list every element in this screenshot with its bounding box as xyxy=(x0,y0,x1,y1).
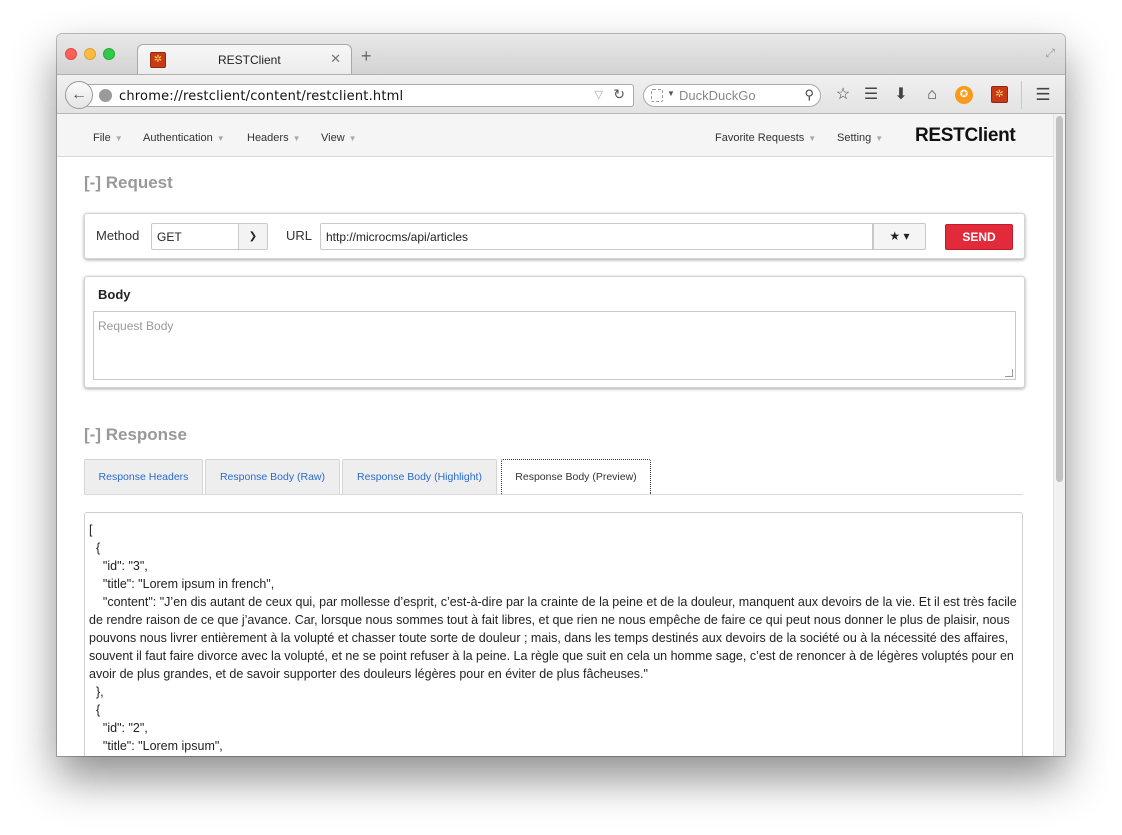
download-icon[interactable]: ⬇ xyxy=(891,85,911,105)
minimize-window-button[interactable] xyxy=(84,48,96,60)
address-text[interactable]: chrome://restclient/content/restclient.h… xyxy=(119,89,403,104)
home-icon[interactable]: ⌂ xyxy=(922,85,942,105)
search-icon[interactable]: ⚲ xyxy=(804,87,814,103)
search-input[interactable]: DuckDuckGo xyxy=(679,88,756,103)
response-tabs: Response Headers Response Body (Raw) Res… xyxy=(84,459,1023,495)
search-bar[interactable]: ▼ DuckDuckGo ⚲ xyxy=(643,84,821,107)
app-brand[interactable]: RESTClient xyxy=(915,125,1016,147)
restclient-toolbar-icon[interactable]: ✲ xyxy=(991,86,1008,103)
close-window-button[interactable] xyxy=(65,48,77,60)
chevron-down-icon[interactable]: ▼ xyxy=(667,89,675,98)
menu-file[interactable]: File ▼ xyxy=(93,132,123,144)
tab-response-headers[interactable]: Response Headers xyxy=(84,459,203,494)
tab-title: RESTClient xyxy=(218,53,281,67)
menu-favorite-requests[interactable]: Favorite Requests ▼ xyxy=(715,132,816,144)
title-bar: ✲ RESTClient ✕ + ⤢ xyxy=(57,34,1065,74)
url-label: URL xyxy=(286,228,313,243)
browser-window: ✲ RESTClient ✕ + ⤢ chrome://restclient/c… xyxy=(57,34,1065,756)
tab-response-body-preview[interactable]: Response Body (Preview) xyxy=(501,459,651,494)
navigation-bar: chrome://restclient/content/restclient.h… xyxy=(57,74,1065,114)
page-content: File ▼ Authentication ▼ Headers ▼ View ▼ Fav… xyxy=(57,114,1053,756)
browser-tab[interactable]: ✲ RESTClient ✕ xyxy=(137,44,352,74)
response-section-title[interactable]: [-] Response xyxy=(84,425,187,445)
method-value: GET xyxy=(157,230,182,244)
chevron-down-icon[interactable]: ❯ xyxy=(238,224,267,249)
bookmarks-list-icon[interactable]: ☰ xyxy=(861,85,881,105)
request-panel: Method GET ❯ URL http://microcms/api/art… xyxy=(84,213,1025,259)
request-body-placeholder: Request Body xyxy=(98,319,174,333)
resize-grip-icon[interactable] xyxy=(1005,369,1013,377)
send-button[interactable]: SEND xyxy=(945,224,1013,250)
request-section-title[interactable]: [-] Request xyxy=(84,173,173,193)
new-tab-button[interactable]: + xyxy=(361,47,372,65)
fullscreen-icon[interactable]: ⤢ xyxy=(1045,46,1055,61)
reload-icon[interactable]: ↻ xyxy=(613,86,625,103)
scrollbar-thumb[interactable] xyxy=(1056,116,1063,482)
extension-icon[interactable]: ✪ xyxy=(955,86,973,104)
url-input[interactable]: http://microcms/api/articles xyxy=(320,223,873,250)
response-body-preview[interactable]: [ { "id": "3", "title": "Lorem ipsum in … xyxy=(84,512,1023,756)
favorite-url-dropdown[interactable]: ★ ▾ xyxy=(873,223,926,250)
back-button[interactable]: ← xyxy=(65,81,93,109)
method-label: Method xyxy=(96,228,140,243)
toolbar-divider xyxy=(1021,81,1022,109)
history-dropdown-icon[interactable]: ▽ xyxy=(595,88,603,101)
star-icon[interactable]: ★ xyxy=(889,229,900,243)
tab-response-body-raw[interactable]: Response Body (Raw) xyxy=(205,459,340,494)
menu-authentication[interactable]: Authentication ▼ xyxy=(143,132,225,144)
request-body-textarea[interactable]: Request Body xyxy=(93,311,1016,380)
menu-view[interactable]: View ▼ xyxy=(321,132,357,144)
search-engine-icon[interactable] xyxy=(651,89,663,102)
zoom-window-button[interactable] xyxy=(103,48,115,60)
method-select[interactable]: GET ❯ xyxy=(151,223,268,250)
page-scrollbar[interactable] xyxy=(1053,114,1065,756)
app-navbar: File ▼ Authentication ▼ Headers ▼ View ▼ Fav… xyxy=(57,114,1053,157)
body-label: Body xyxy=(98,287,131,302)
body-panel: Body Request Body xyxy=(84,276,1025,388)
tab-response-body-highlight[interactable]: Response Body (Highlight) xyxy=(342,459,497,494)
globe-icon xyxy=(99,89,112,102)
hamburger-menu-icon[interactable]: ☰ xyxy=(1033,85,1053,105)
tab-close-icon[interactable]: ✕ xyxy=(330,51,341,67)
address-bar[interactable]: chrome://restclient/content/restclient.h… xyxy=(87,84,634,107)
restclient-favicon-icon: ✲ xyxy=(150,52,166,68)
menu-setting[interactable]: Setting ▼ xyxy=(837,132,883,144)
menu-headers[interactable]: Headers ▼ xyxy=(247,132,301,144)
bookmark-star-icon[interactable]: ☆ xyxy=(833,85,853,105)
chevron-down-icon[interactable]: ▾ xyxy=(904,229,910,243)
